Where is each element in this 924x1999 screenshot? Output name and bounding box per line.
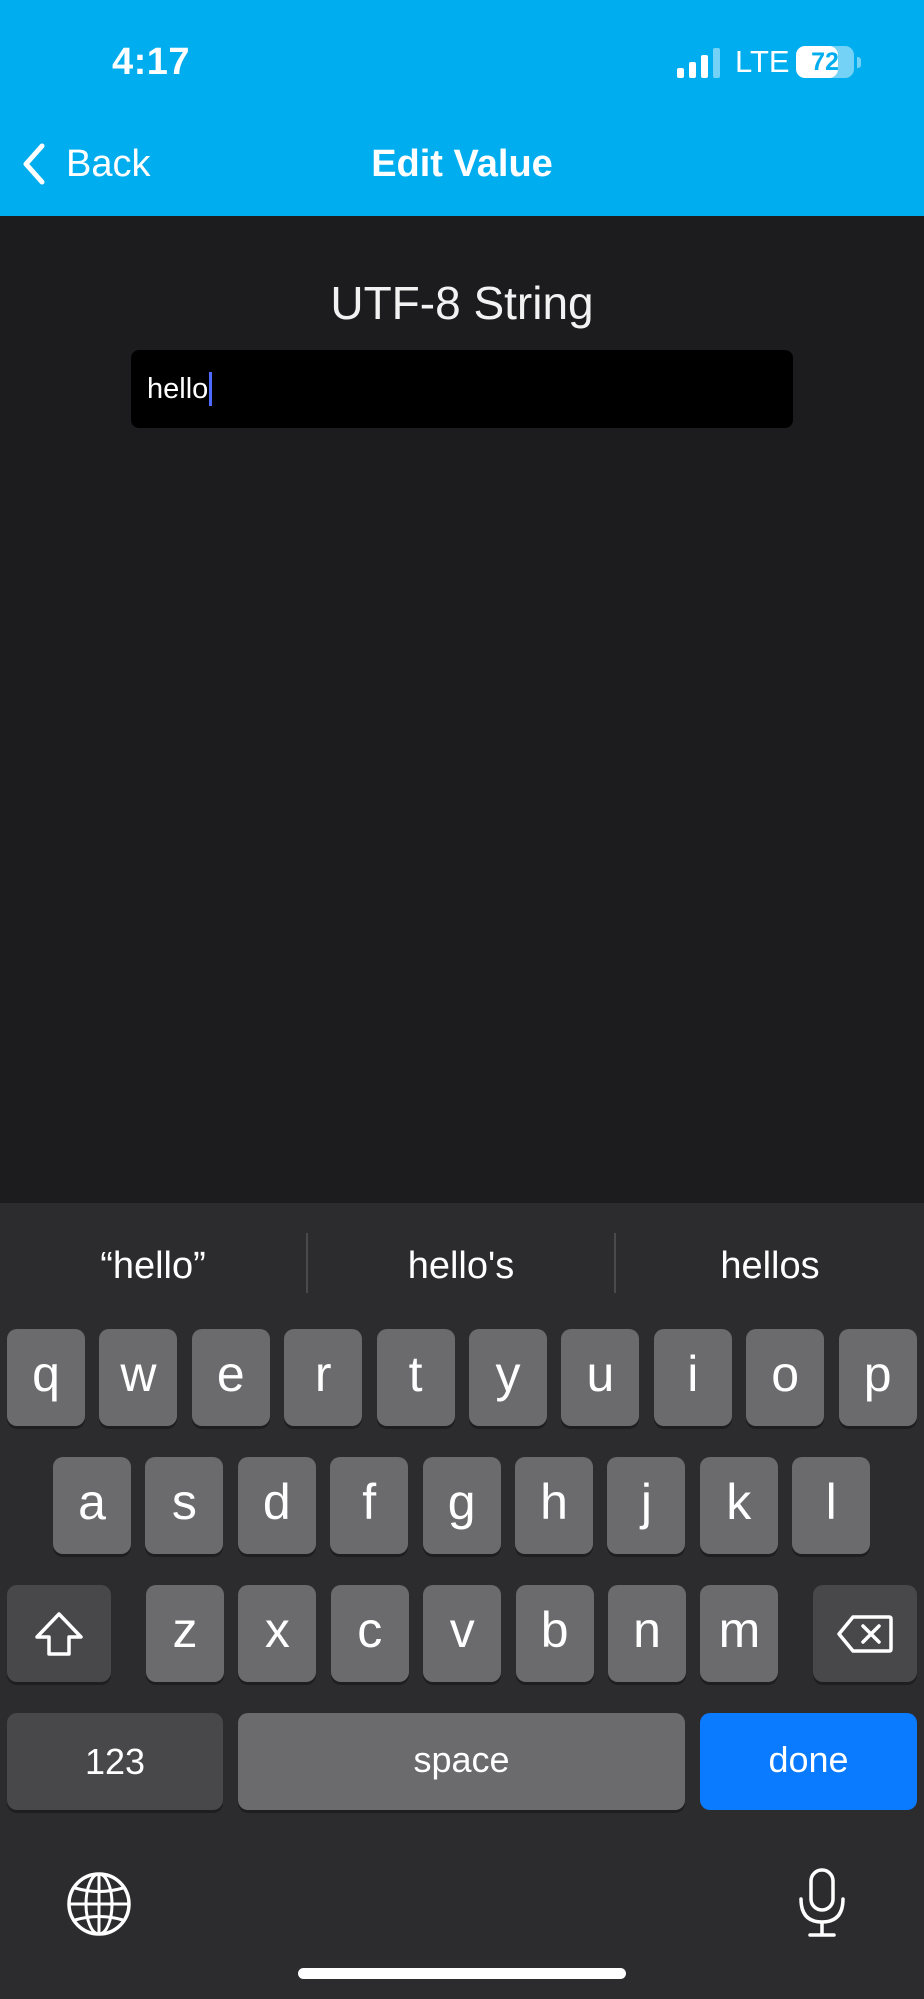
- key-g[interactable]: g: [422, 1457, 501, 1554]
- key-v[interactable]: v: [423, 1585, 502, 1682]
- delete-key[interactable]: [813, 1585, 917, 1682]
- key-r[interactable]: r: [284, 1329, 363, 1426]
- field-type-label: UTF-8 String: [330, 277, 594, 329]
- shift-key[interactable]: [7, 1585, 111, 1682]
- cellular-signal-icon: [677, 48, 720, 78]
- microphone-icon[interactable]: [796, 1867, 848, 1939]
- suggestion-bar: “hello” hello's hellos: [0, 1203, 924, 1323]
- key-z[interactable]: z: [146, 1585, 224, 1682]
- key-b[interactable]: b: [515, 1585, 594, 1682]
- value-text: hello: [147, 372, 209, 405]
- key-e[interactable]: e: [191, 1329, 270, 1426]
- key-c[interactable]: c: [330, 1585, 409, 1682]
- battery-icon: 72: [796, 44, 862, 80]
- key-f[interactable]: f: [330, 1457, 409, 1554]
- key-q[interactable]: q: [7, 1329, 85, 1426]
- key-u[interactable]: u: [561, 1329, 640, 1426]
- globe-icon[interactable]: [66, 1871, 132, 1937]
- numbers-key[interactable]: 123: [7, 1713, 223, 1810]
- network-type: LTE: [735, 44, 790, 79]
- navigation-header: 4:17 LTE 72 Back Edit Value: [0, 0, 924, 216]
- key-d[interactable]: d: [237, 1457, 316, 1554]
- key-n[interactable]: n: [608, 1585, 686, 1682]
- status-time: 4:17: [112, 41, 191, 83]
- shift-arrow-icon: [35, 1611, 83, 1656]
- value-text-field[interactable]: hello: [131, 350, 793, 428]
- key-w[interactable]: w: [99, 1329, 178, 1426]
- key-i[interactable]: i: [653, 1329, 732, 1426]
- key-k[interactable]: k: [699, 1457, 778, 1554]
- key-l[interactable]: l: [792, 1457, 871, 1554]
- key-p[interactable]: p: [838, 1329, 917, 1426]
- space-key[interactable]: space: [238, 1713, 685, 1810]
- page-title: Edit Value: [371, 143, 553, 185]
- backspace-icon: [837, 1614, 893, 1653]
- key-j[interactable]: j: [607, 1457, 686, 1554]
- battery-level: 72: [811, 48, 839, 76]
- suggestion-item[interactable]: hello's: [308, 1231, 614, 1301]
- key-h[interactable]: h: [515, 1457, 593, 1554]
- suggestion-item[interactable]: “hello”: [0, 1231, 306, 1301]
- suggestion-item[interactable]: hellos: [616, 1231, 924, 1301]
- key-t[interactable]: t: [376, 1329, 455, 1426]
- text-cursor: [209, 372, 213, 406]
- key-s[interactable]: s: [145, 1457, 224, 1554]
- done-button[interactable]: done: [700, 1713, 917, 1810]
- keyboard: “hello” hello's hellos qwertyuiop asdfgh…: [0, 1203, 924, 1999]
- key-o[interactable]: o: [746, 1329, 825, 1426]
- key-m[interactable]: m: [700, 1585, 779, 1682]
- home-indicator: [298, 1968, 626, 1979]
- key-a[interactable]: a: [53, 1457, 131, 1554]
- key-y[interactable]: y: [469, 1329, 547, 1426]
- key-x[interactable]: x: [238, 1585, 317, 1682]
